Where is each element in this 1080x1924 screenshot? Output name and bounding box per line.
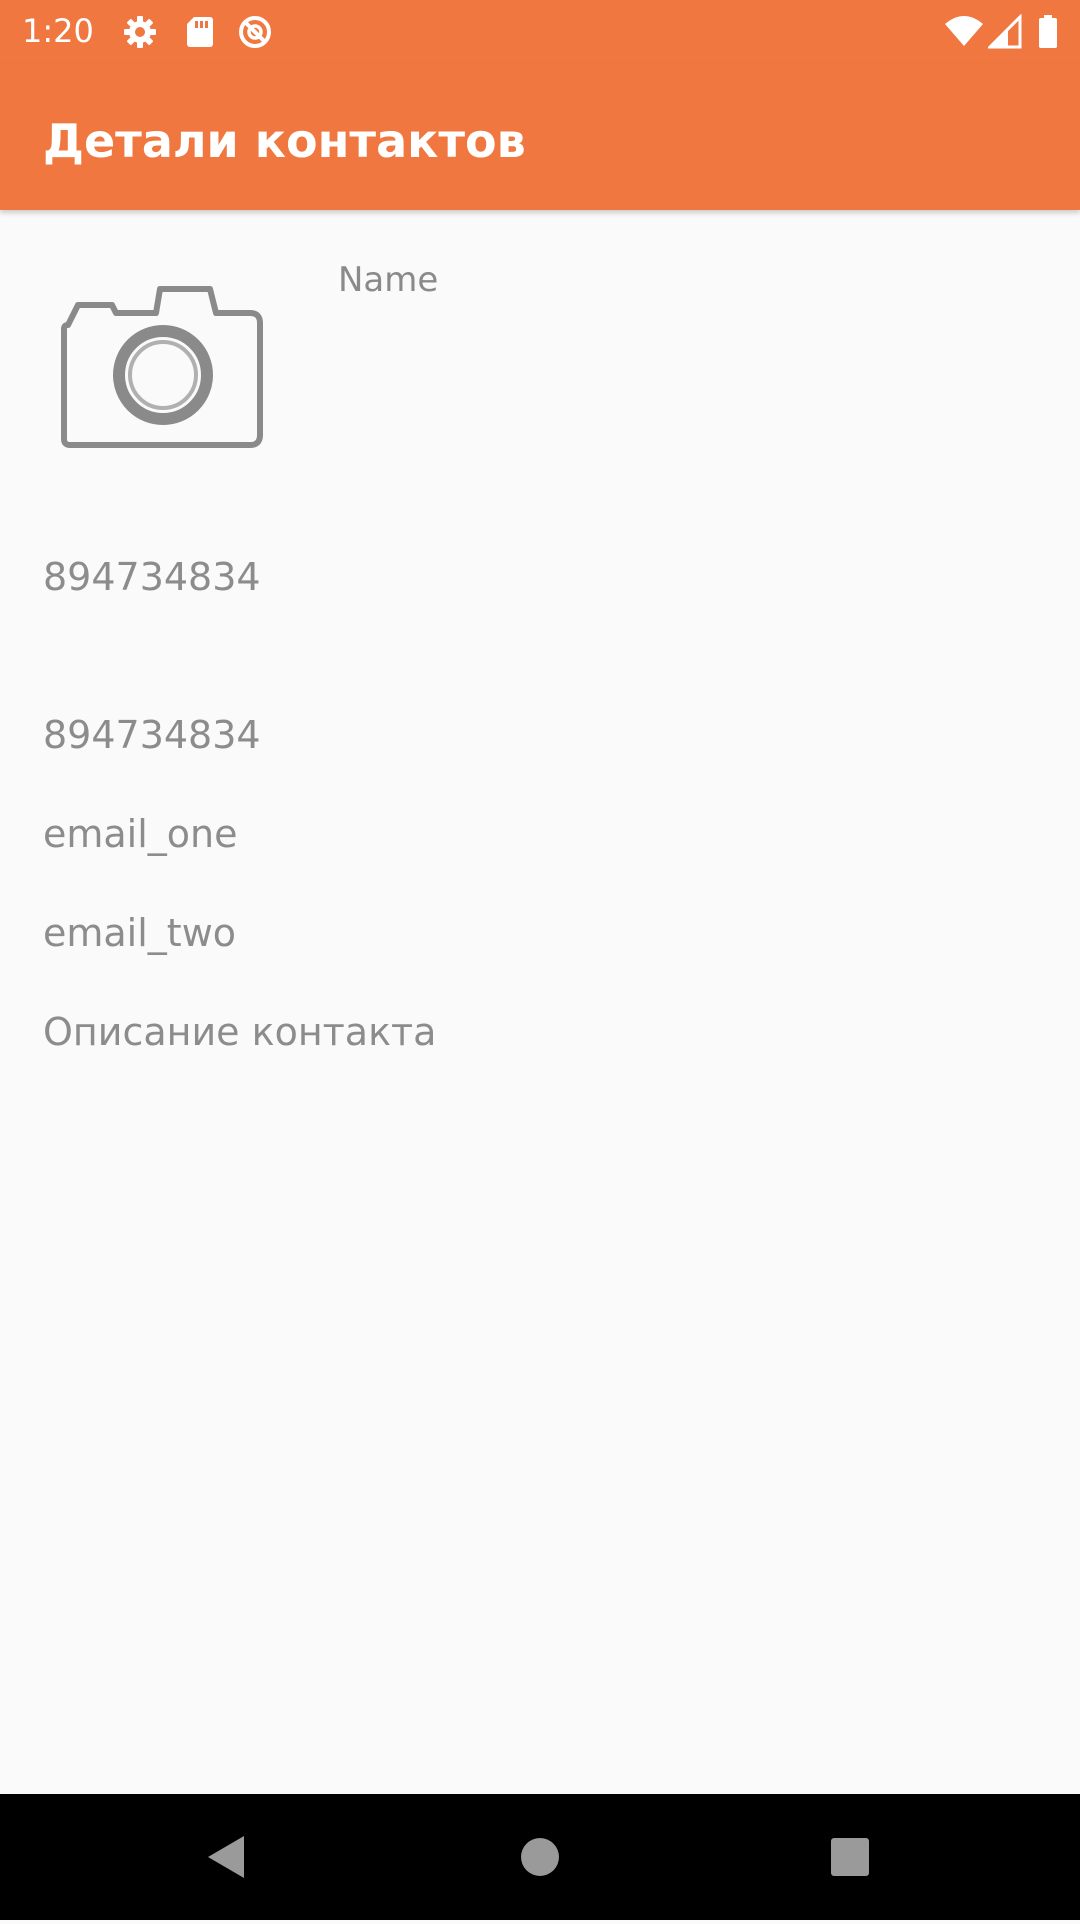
wifi-icon (944, 14, 984, 50)
back-icon[interactable] (166, 1794, 286, 1920)
do-not-disturb-icon (237, 14, 273, 50)
page-title: Детали контактов (43, 114, 526, 168)
navigation-bar (0, 1794, 1080, 1920)
battery-icon (1036, 14, 1060, 50)
status-bar: 1:20 (0, 0, 1080, 63)
status-time: 1:20 (22, 12, 94, 50)
phone-one-field[interactable]: 894734834 (43, 552, 261, 602)
phone-two-field[interactable]: 894734834 (43, 710, 261, 760)
recents-icon[interactable] (790, 1794, 910, 1920)
camera-icon (61, 286, 263, 448)
cell-signal-icon (986, 13, 1024, 50)
email-one-field[interactable]: email_one (43, 809, 238, 859)
home-icon[interactable] (480, 1794, 600, 1920)
sd-card-icon (182, 14, 218, 50)
gear-icon (122, 14, 158, 50)
contact-photo[interactable] (60, 285, 266, 453)
app-bar: Детали контактов (0, 63, 1080, 210)
email-two-field[interactable]: email_two (43, 908, 236, 958)
contact-name: Name (338, 260, 439, 300)
description-field[interactable]: Описание контакта (43, 1007, 436, 1057)
